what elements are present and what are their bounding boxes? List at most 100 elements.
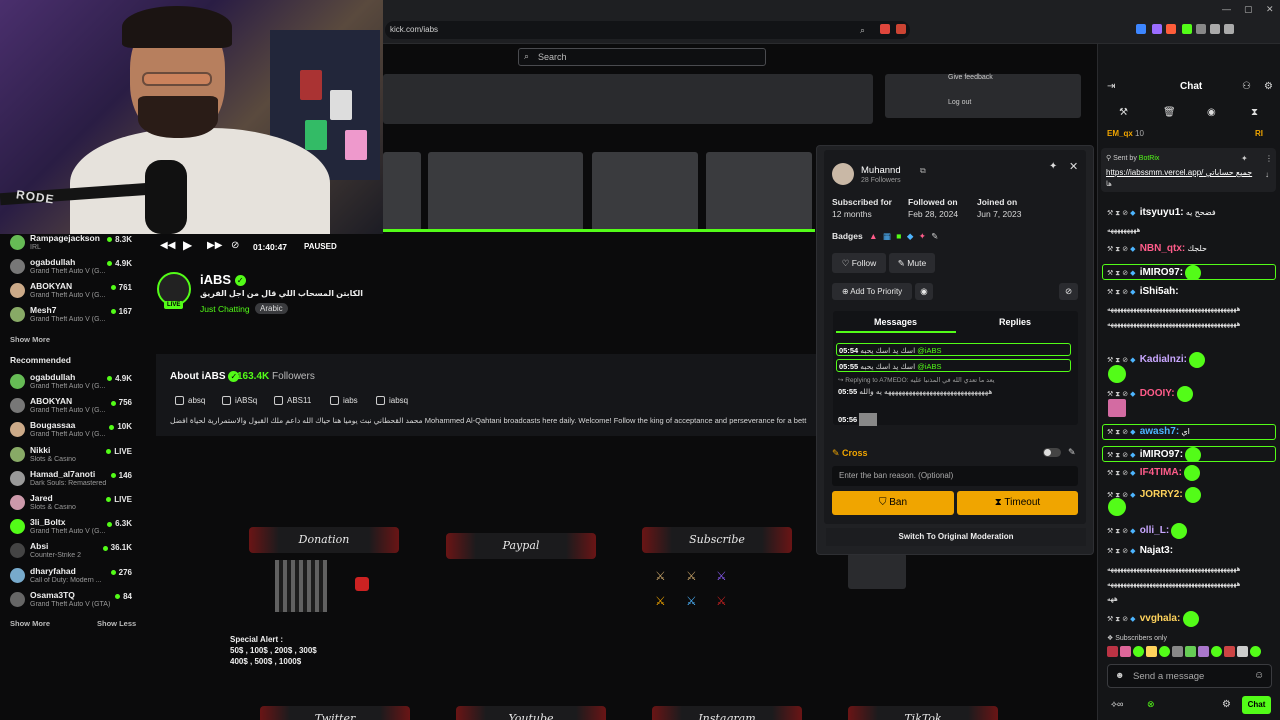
pin-message-icon[interactable]: ⚒ [1107, 452, 1113, 459]
chat-message[interactable]: ⚒ ⧗ ⊘ ◆ Kadialnzi: [1107, 352, 1277, 368]
channel-name[interactable]: iABS ✓ [200, 272, 246, 287]
pencil-icon[interactable]: ✎ [1068, 447, 1076, 458]
ban-icon[interactable]: ⊘ [1122, 470, 1128, 477]
add-to-priority-button[interactable]: ⊕ Add To Priority [832, 283, 912, 300]
ban-icon[interactable]: ⊘ [1122, 357, 1128, 364]
chat-message[interactable]: ⚒ ⧗ ⊘ ◆ olli_L: [1107, 523, 1277, 539]
emote[interactable] [1250, 646, 1261, 657]
timeout-icon[interactable]: ⧗ [1115, 616, 1120, 623]
gear-icon[interactable]: ⚙ [1222, 699, 1231, 710]
ban-icon[interactable]: ⊘ [1122, 492, 1128, 499]
sidebar-item[interactable]: Absi Counter-Strike 2 36.1K [10, 541, 134, 563]
chat-username[interactable]: Kadialnzi: [1140, 354, 1187, 365]
ban-icon[interactable]: ⊘ [1122, 616, 1128, 623]
emote[interactable] [1185, 646, 1196, 657]
youtube-panel[interactable]: Youtube [456, 706, 606, 720]
more-icon[interactable]: ⋮ [1265, 154, 1273, 163]
pin-message-icon[interactable]: ⚒ [1107, 391, 1113, 398]
extension-icon[interactable] [896, 24, 906, 34]
menu-give-feedback[interactable]: Give feedback [948, 74, 993, 81]
eye-icon[interactable]: ◉ [915, 283, 933, 300]
ban-icon[interactable]: ⊘ [1122, 548, 1128, 555]
block-icon[interactable]: ⊘ [1059, 283, 1078, 300]
timeout-icon[interactable]: ⧗ [1115, 246, 1120, 253]
timeout-icon[interactable]: ⧗ [1115, 470, 1120, 477]
emote[interactable] [1120, 646, 1131, 657]
emote[interactable] [1172, 646, 1183, 657]
chat-username[interactable]: DOOIY: [1140, 388, 1175, 399]
user-name[interactable]: Muhannd [861, 165, 901, 176]
chat-username[interactable]: iMIRO97: [1140, 267, 1183, 278]
ban-icon[interactable]: ⊘ [1122, 528, 1128, 535]
pin-message-icon[interactable]: ⚒ [1107, 548, 1113, 555]
sidebar-item[interactable]: Mesh7 Grand Theft Auto V (G... 167 [10, 305, 134, 327]
emoji-icon[interactable]: ☺ [1254, 670, 1264, 681]
pin-message-icon[interactable]: ⚒ [1107, 616, 1113, 623]
chat-username[interactable]: itsyuyu1: [1140, 207, 1184, 218]
users-icon[interactable]: ⚇ [1242, 81, 1251, 92]
forward-icon[interactable]: ▶▶ [207, 240, 222, 251]
pin-message-icon[interactable]: ⚒ [1107, 246, 1113, 253]
subscribe-panel[interactable]: Subscribe [642, 527, 792, 553]
expand-icon[interactable]: ↓ [1265, 170, 1269, 179]
sidebar-item[interactable]: 3li_Boltx Grand Theft Auto V (G... 6.3K [10, 517, 134, 539]
pin-message-icon[interactable]: ⚒ [1107, 429, 1113, 436]
chat-message[interactable]: ⚒ ⧗ ⊘ ◆ awash7: اي [1102, 424, 1276, 440]
twitter-panel[interactable]: Twitter [260, 706, 410, 720]
chat-username[interactable]: Najat3: [1140, 545, 1173, 556]
chat-message[interactable]: ⚒ ⧗ ⊘ ◆ JORRY2: [1107, 487, 1277, 503]
sidebar-item[interactable]: Rampagejackson IRL 8.3K [10, 233, 134, 255]
pencil-icon[interactable]: ✎ [931, 231, 938, 241]
sidebar-item[interactable]: ABOKYAN Grand Theft Auto V (G... 761 [10, 281, 134, 303]
emote[interactable] [1224, 646, 1235, 657]
extension-icon[interactable] [1210, 24, 1220, 34]
sidebar-item[interactable]: Jared Slots & Casino LIVE [10, 493, 134, 515]
timeout-icon[interactable]: ⧗ [1115, 357, 1120, 364]
trash-icon[interactable]: 🗑 [1163, 107, 1176, 118]
subscriber-emotes[interactable] [1107, 646, 1275, 660]
minimize-icon[interactable]: — [1222, 4, 1231, 14]
sidebar-item[interactable]: Osama3TQ Grand Theft Auto V (GTA) 84 [10, 590, 134, 612]
tiktok-panel[interactable]: TikTok [848, 706, 998, 720]
emote[interactable] [1146, 646, 1157, 657]
show-more-button[interactable]: Show More [10, 619, 50, 628]
ban-icon[interactable]: ⊘ [1122, 270, 1128, 277]
timeout-button[interactable]: ⧗ Timeout [957, 491, 1078, 515]
social-link[interactable]: absq [175, 396, 205, 406]
chat-message[interactable]: ⚒ ⧗ ⊘ ◆ DOOIY: [1107, 386, 1277, 402]
sidebar-item[interactable]: ABOKYAN Grand Theft Auto V (G... 756 [10, 396, 134, 418]
social-link[interactable]: iABSq [222, 396, 257, 406]
chat-username[interactable]: NBN_qtx: [1140, 243, 1186, 254]
chat-username[interactable]: iShi5ah: [1140, 286, 1179, 297]
pin-message-icon[interactable]: ⚒ [1107, 470, 1113, 477]
extension-icon[interactable] [880, 24, 890, 34]
extension-icon[interactable] [1166, 24, 1176, 34]
sidebar-item[interactable]: Bougassaa Grand Theft Auto V (G... 10K [10, 420, 134, 442]
timeout-icon[interactable]: ⧗ [1115, 548, 1120, 555]
progress-bar[interactable] [383, 229, 815, 232]
timeout-icon[interactable]: ⧗ [1115, 391, 1120, 398]
chat-message[interactable]: ⚒ ⧗ ⊘ ◆ iShi5ah: [1107, 285, 1277, 301]
ban-icon[interactable]: ⊘ [1122, 289, 1128, 296]
pin-message-icon[interactable]: ⚒ [1107, 289, 1113, 296]
maximize-icon[interactable]: ▢ [1244, 4, 1253, 15]
extension-icon[interactable] [1224, 24, 1234, 34]
timeout-icon[interactable]: ⧗ [1115, 528, 1120, 535]
pin-message-icon[interactable]: ⚒ [1107, 270, 1113, 277]
follow-button[interactable]: ♡ Follow [832, 253, 886, 273]
points-icon[interactable]: ⟡∞ [1111, 699, 1123, 710]
sidebar-item[interactable]: Hamad_al7anoti Dark Souls: Remastered 146 [10, 469, 134, 491]
chat-username[interactable]: awash7: [1140, 426, 1179, 437]
chat-username[interactable]: olli_L: [1140, 525, 1169, 536]
stream-language[interactable]: Arabic [255, 303, 288, 314]
emote[interactable] [1107, 646, 1118, 657]
sidebar-item[interactable]: ogabdullah Grand Theft Auto V (G... 4.9K [10, 372, 134, 394]
emote[interactable] [1237, 646, 1248, 657]
ban-reason-input[interactable]: Enter the ban reason. (Optional) [832, 466, 1078, 486]
rewind-icon[interactable]: ◀◀ [160, 240, 175, 251]
menu-log-out[interactable]: Log out [948, 99, 971, 106]
emote[interactable] [1198, 646, 1209, 657]
timeout-icon[interactable]: ⧗ [1115, 289, 1120, 296]
timeout-icon[interactable]: ⧗ [1115, 210, 1120, 217]
tab-replies[interactable]: Replies [999, 317, 1031, 327]
